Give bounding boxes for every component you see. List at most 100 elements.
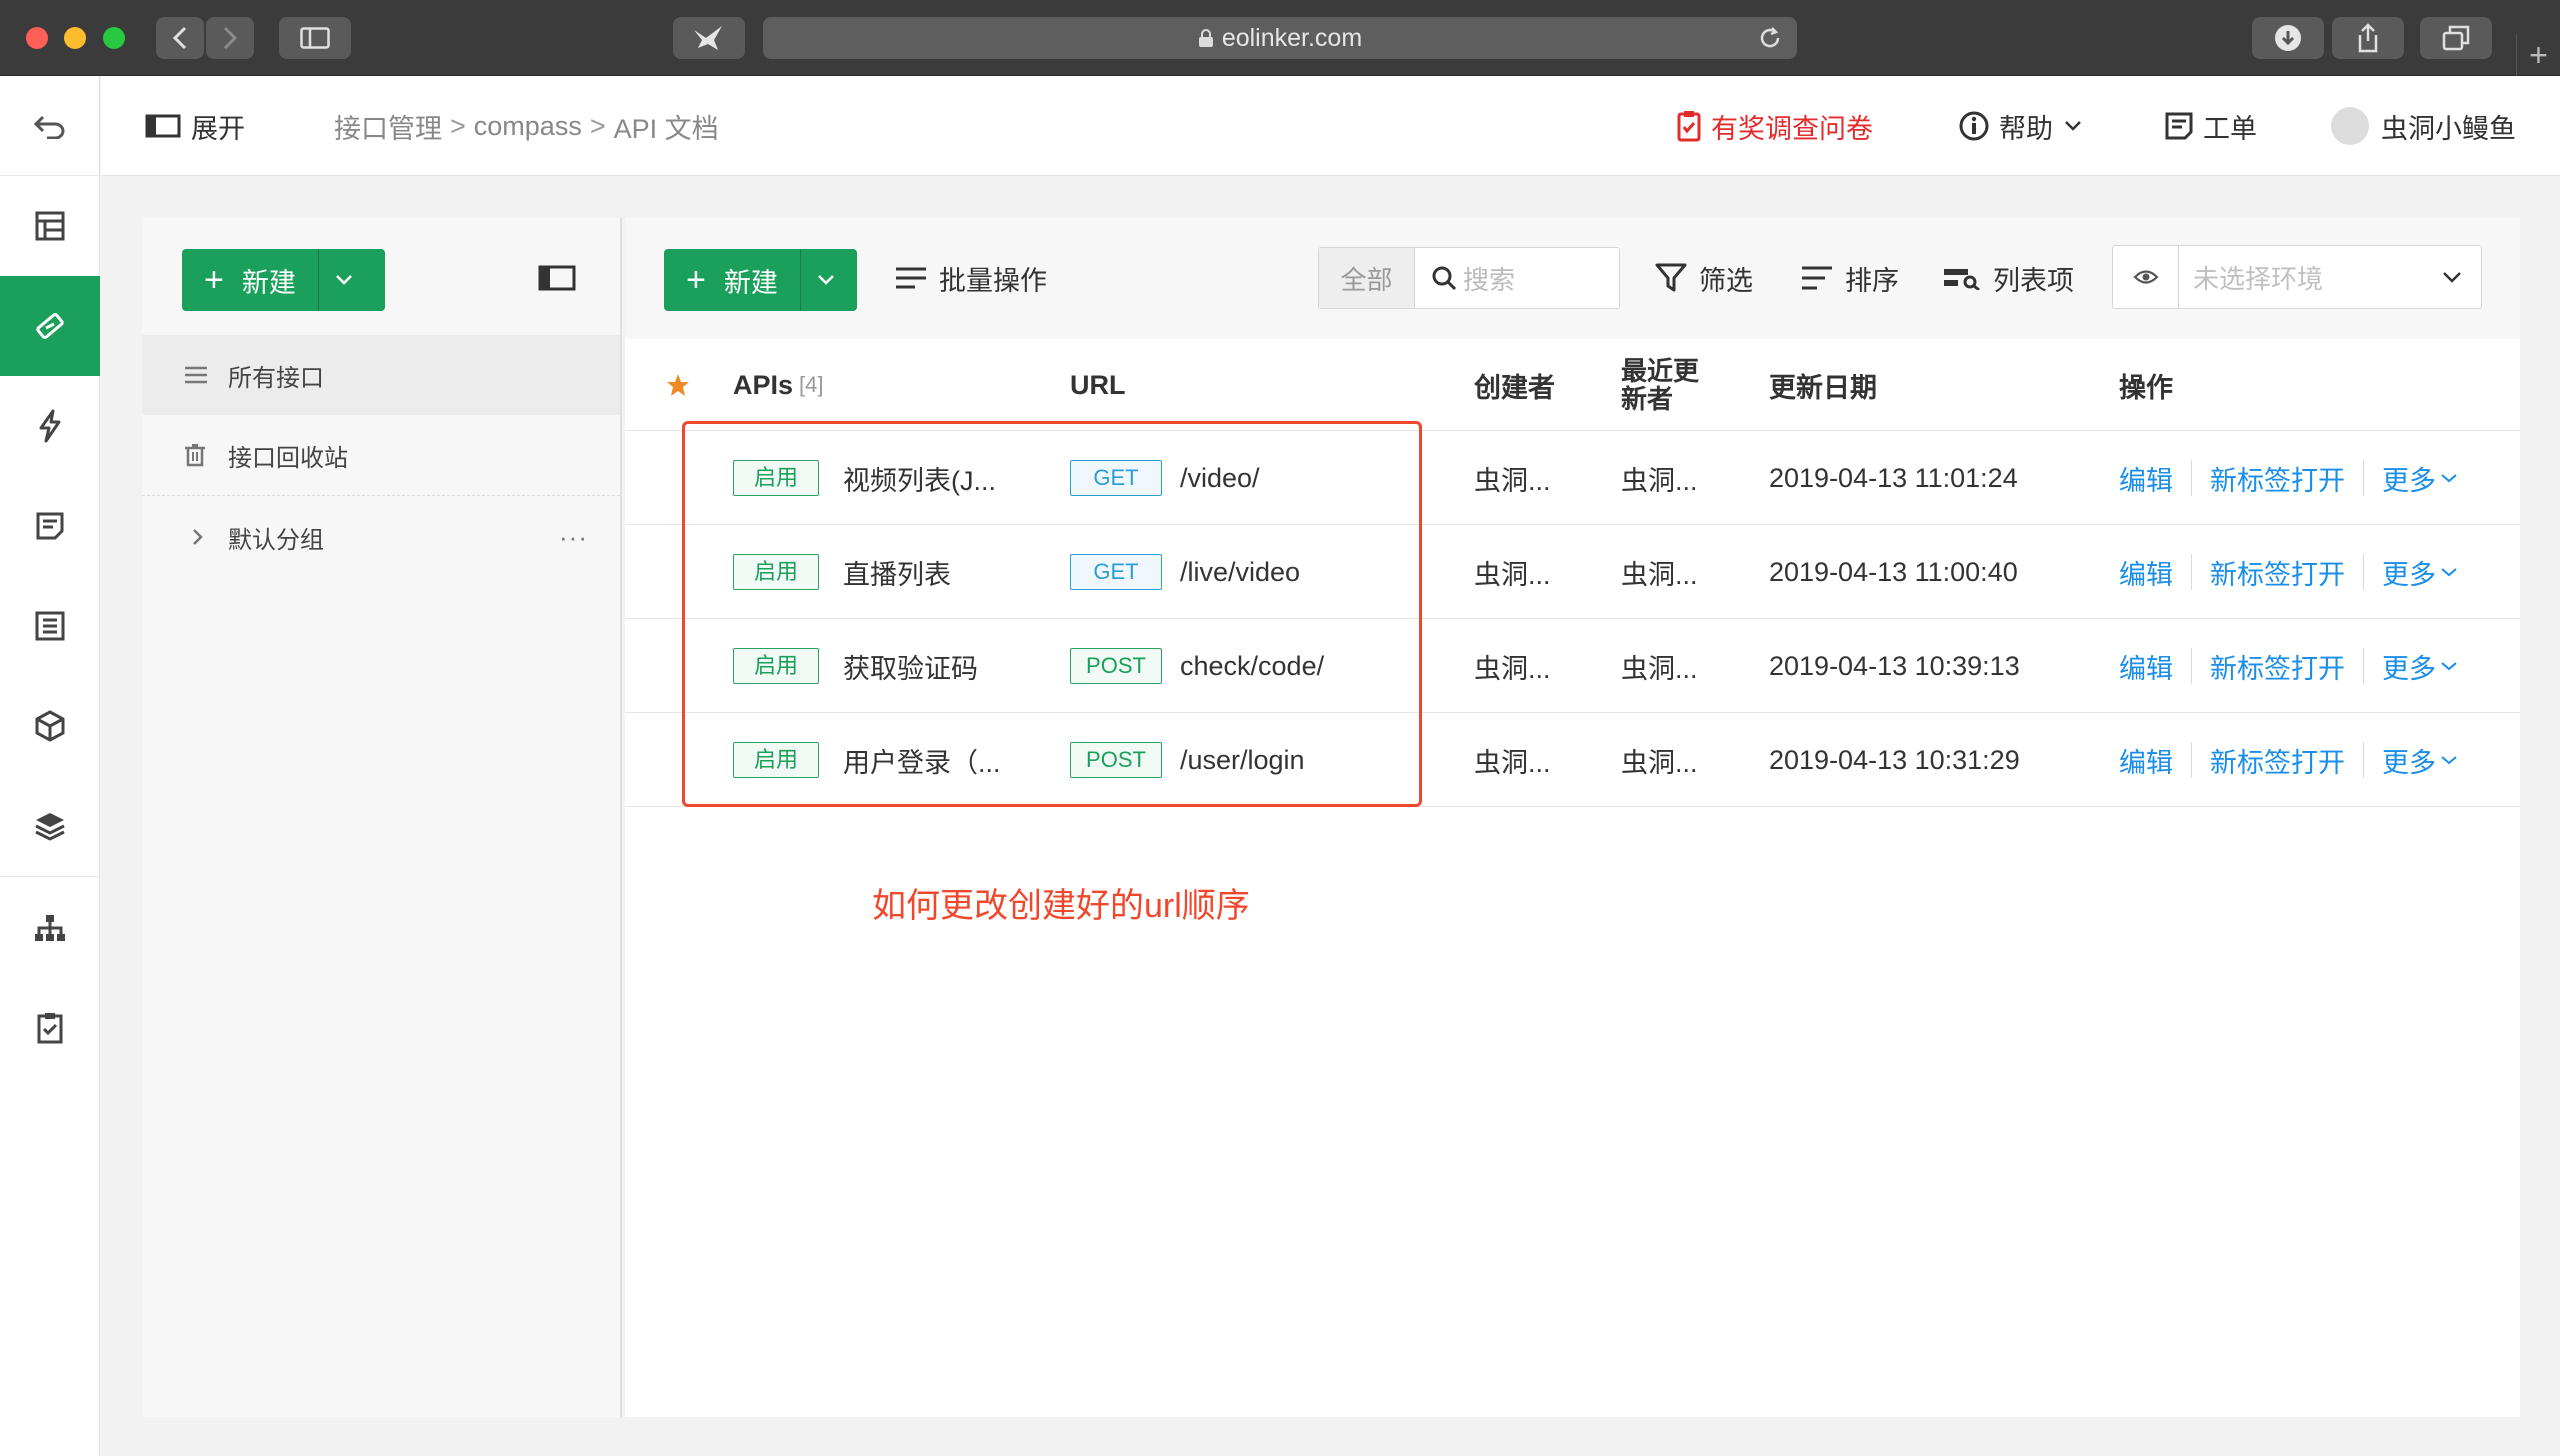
sidebar-item-dashboard[interactable]: [0, 176, 100, 276]
eye-button[interactable]: [2113, 246, 2179, 308]
layers-icon: [35, 813, 65, 841]
edit-link[interactable]: 编辑: [2119, 647, 2173, 686]
share-button[interactable]: [2332, 17, 2404, 59]
open-new-tab-link[interactable]: 新标签打开: [2210, 553, 2345, 592]
edit-link[interactable]: 编辑: [2119, 459, 2173, 498]
column-header-url[interactable]: URL: [1070, 339, 1126, 431]
more-menu[interactable]: 更多: [2382, 459, 2436, 498]
more-options-icon[interactable]: ···: [559, 522, 588, 553]
breadcrumb-item-api-management[interactable]: 接口管理: [334, 107, 442, 146]
new-group-main[interactable]: + 新建: [182, 249, 318, 311]
table-row[interactable]: 启用 获取验证码 POST check/code/ 虫洞... 虫洞... 20…: [625, 619, 2520, 713]
new-group-button[interactable]: + 新建: [182, 249, 385, 311]
plus-icon: +: [204, 261, 224, 299]
doc-icon: [36, 512, 64, 540]
more-menu[interactable]: 更多: [2382, 647, 2436, 686]
new-api-dropdown[interactable]: [799, 249, 852, 311]
environment-placeholder: 未选择环境: [2193, 263, 2324, 294]
collapse-panel-icon[interactable]: [538, 265, 576, 291]
ticket-label: 工单: [2203, 113, 2257, 144]
breadcrumb: 接口管理 > compass > API 文档: [334, 76, 719, 176]
search-scope-select[interactable]: 全部: [1319, 248, 1415, 308]
new-group-label: 新建: [241, 267, 296, 298]
updated-date: 2019-04-13 10:31:29: [1769, 744, 2020, 775]
column-header-apis[interactable]: APIs [4]: [733, 339, 824, 431]
ops-cell: 编辑 新标签打开 更多: [2119, 431, 2458, 525]
help-menu[interactable]: 帮助: [1959, 76, 2083, 176]
open-new-tab-link[interactable]: 新标签打开: [2210, 459, 2345, 498]
expand-button[interactable]: 展开: [145, 76, 245, 176]
list-icon: [35, 611, 65, 641]
sidebar-icon: [300, 27, 330, 49]
group-item-default[interactable]: 默认分组 ···: [142, 497, 620, 577]
ticket-link[interactable]: 工单: [2165, 76, 2257, 176]
more-menu[interactable]: 更多: [2382, 553, 2436, 592]
separator: [2363, 742, 2364, 778]
api-url: /live/video: [1180, 556, 1301, 587]
sidebar-item-api[interactable]: [0, 276, 100, 376]
chevron-right-icon[interactable]: [190, 527, 204, 547]
sidebar-item-automation[interactable]: [0, 376, 100, 476]
search-input[interactable]: 搜索: [1415, 248, 1619, 308]
api-name[interactable]: 直播列表: [843, 525, 951, 619]
columns-icon: [1944, 269, 1980, 290]
column-header-last-updater[interactable]: 最近更 新者: [1621, 339, 1699, 431]
plus-icon: +: [686, 261, 706, 299]
batch-operations-button[interactable]: 批量操作: [895, 217, 1047, 339]
last-updater: 虫洞...: [1621, 747, 1698, 778]
sort-button[interactable]: 排序: [1801, 217, 1899, 339]
new-group-dropdown[interactable]: [317, 249, 370, 311]
columns-button[interactable]: 列表项: [1943, 217, 2074, 339]
tabs-overview-button[interactable]: [2420, 17, 2492, 59]
environment-select[interactable]: 未选择环境: [2112, 245, 2482, 309]
user-menu[interactable]: 虫洞小鳗鱼: [2331, 76, 2516, 176]
sidebar-toggle-button[interactable]: [279, 17, 351, 59]
back-nav-button[interactable]: [0, 76, 100, 176]
breadcrumb-item-project[interactable]: compass: [474, 111, 582, 142]
sidebar-item-list[interactable]: [0, 576, 100, 676]
edit-link[interactable]: 编辑: [2119, 553, 2173, 592]
sidebar-item-layers[interactable]: [0, 776, 100, 876]
zoom-window-button[interactable]: [103, 27, 125, 49]
group-item-all-apis[interactable]: 所有接口: [142, 335, 620, 415]
close-window-button[interactable]: [26, 27, 48, 49]
sidebar-item-tasks[interactable]: [0, 978, 100, 1078]
back-button[interactable]: [156, 17, 204, 59]
sidebar-item-docs[interactable]: [0, 476, 100, 576]
api-name[interactable]: 视频列表(J...: [843, 431, 996, 525]
table-row[interactable]: 启用 直播列表 GET /live/video 虫洞... 虫洞... 2019…: [625, 525, 2520, 619]
new-tab-button[interactable]: +: [2516, 34, 2560, 76]
table-row[interactable]: 启用 用户登录（... POST /user/login 虫洞... 虫洞...…: [625, 713, 2520, 807]
table-row[interactable]: 启用 视频列表(J... GET /video/ 虫洞... 虫洞... 201…: [625, 431, 2520, 525]
star-column[interactable]: [665, 339, 691, 431]
menu-icon: [185, 366, 207, 384]
updated-date: 2019-04-13 11:01:24: [1769, 462, 2018, 493]
separator: [2363, 648, 2364, 684]
new-api-button[interactable]: + 新建: [664, 249, 857, 311]
address-bar[interactable]: eolinker.com: [763, 17, 1797, 59]
site-logo-button[interactable]: [673, 17, 745, 59]
forward-button[interactable]: [206, 17, 254, 59]
reload-icon[interactable]: [1757, 25, 1783, 51]
api-name[interactable]: 获取验证码: [843, 619, 978, 713]
more-menu[interactable]: 更多: [2382, 741, 2436, 780]
open-new-tab-link[interactable]: 新标签打开: [2210, 741, 2345, 780]
column-header-creator[interactable]: 创建者: [1474, 339, 1555, 431]
sidebar-item-package[interactable]: [0, 676, 100, 776]
breadcrumb-separator: >: [450, 110, 466, 141]
open-new-tab-link[interactable]: 新标签打开: [2210, 647, 2345, 686]
column-header-updated[interactable]: 更新日期: [1769, 339, 1877, 431]
columns-label: 列表项: [1993, 265, 2074, 296]
status-badge: 启用: [733, 742, 820, 778]
group-item-recycle-bin[interactable]: 接口回收站: [142, 415, 620, 495]
filter-button[interactable]: 筛选: [1655, 217, 1753, 339]
downloads-button[interactable]: [2252, 17, 2324, 59]
api-name[interactable]: 用户登录（...: [843, 713, 1001, 807]
new-api-main[interactable]: + 新建: [664, 249, 800, 311]
edit-link[interactable]: 编辑: [2119, 741, 2173, 780]
sidebar-item-org[interactable]: [0, 878, 100, 978]
survey-link[interactable]: 有奖调查问卷: [1677, 76, 1873, 176]
chevron-down-icon: [2441, 568, 2457, 577]
api-url: /video/: [1180, 462, 1260, 493]
minimize-window-button[interactable]: [64, 27, 86, 49]
